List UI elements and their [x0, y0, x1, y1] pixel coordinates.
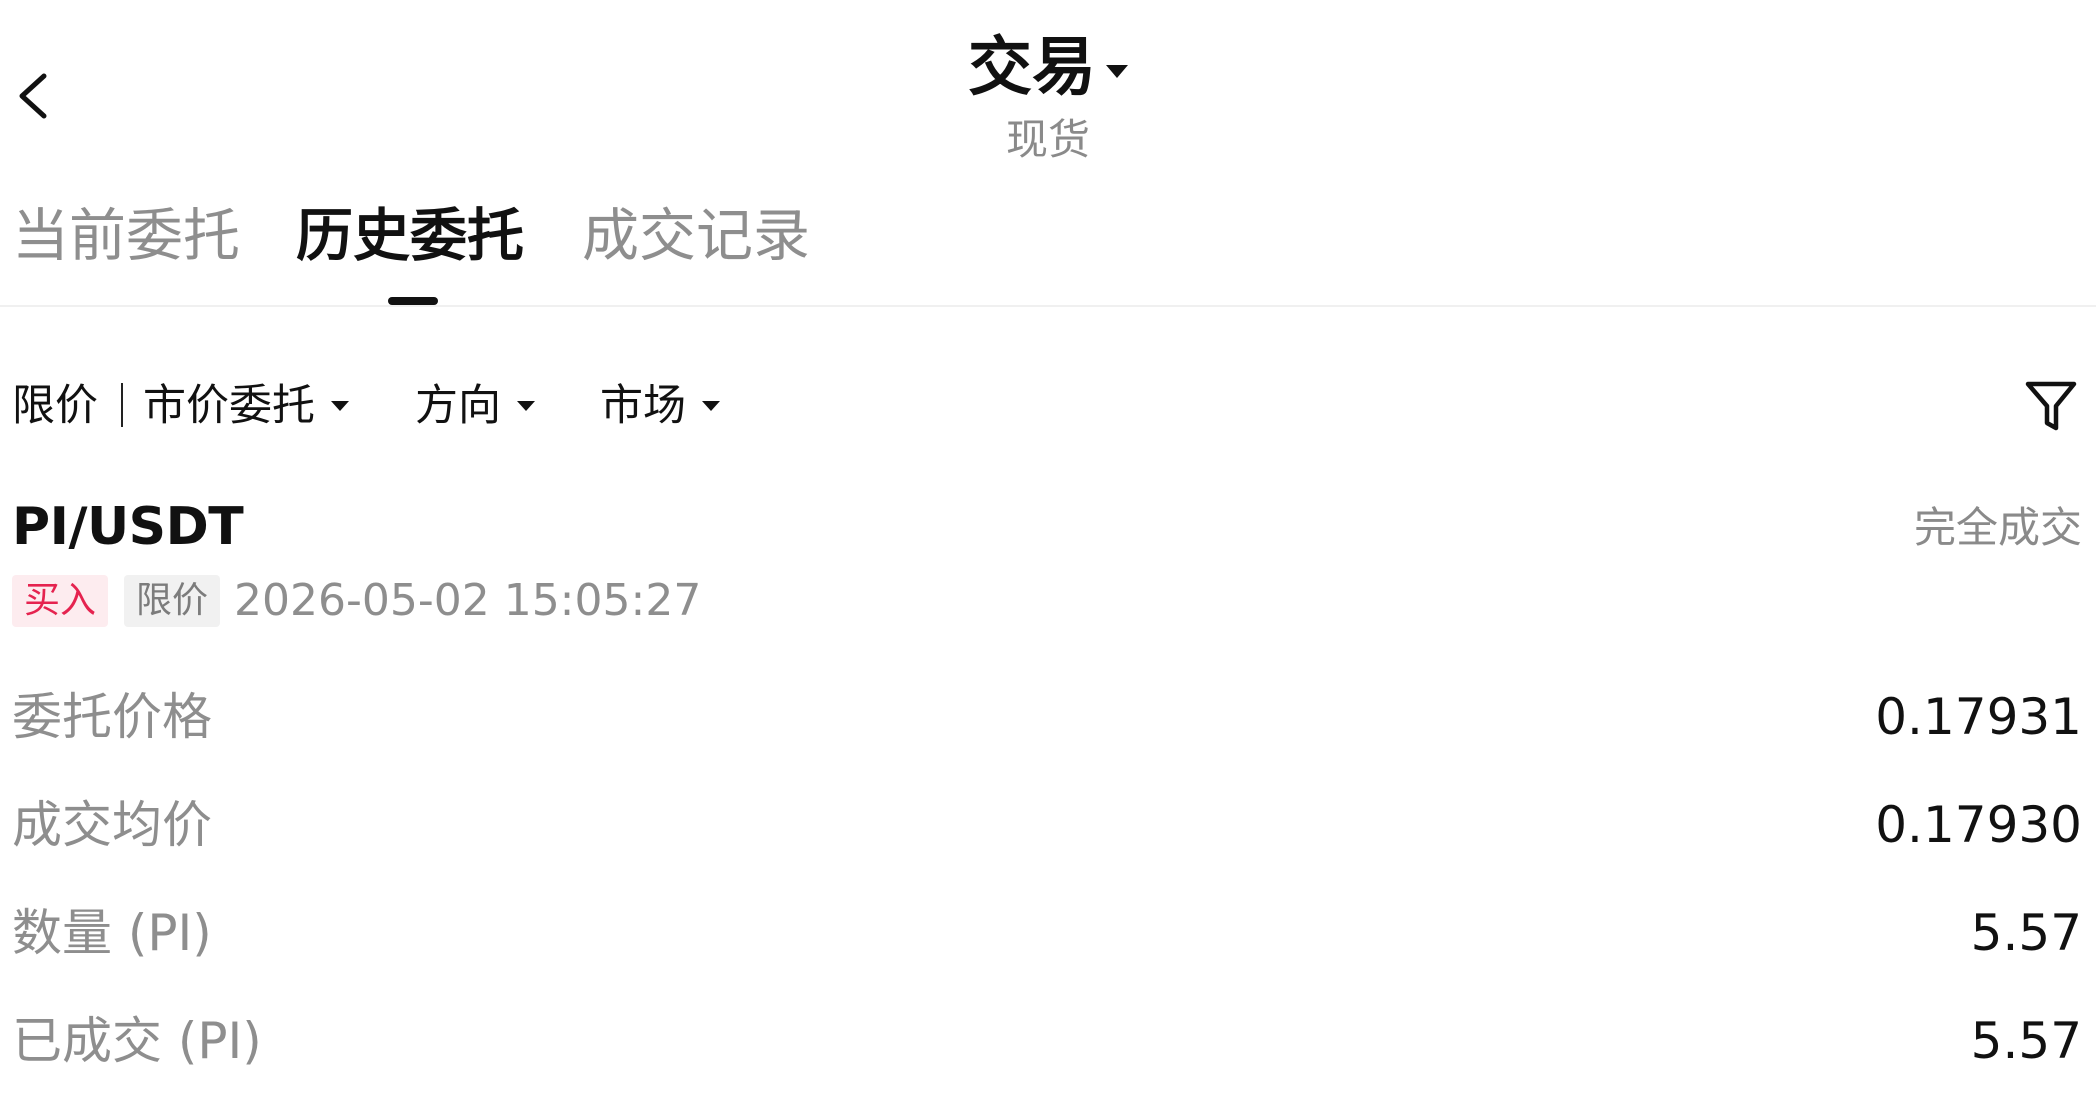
avg-fill-price-value: 0.17930: [1875, 796, 2082, 854]
filled-quantity-label: 已成交 (PI): [12, 1012, 262, 1070]
tab-current-orders[interactable]: 当前委托: [12, 198, 240, 274]
tab-order-history[interactable]: 历史委托: [296, 198, 524, 274]
filter-direction-dropdown[interactable]: 方向: [415, 378, 535, 434]
caret-down-icon: [1106, 64, 1128, 78]
filter-limit-label: 限价: [12, 381, 98, 431]
filter-button[interactable]: [2020, 374, 2082, 436]
caret-down-icon: [702, 401, 720, 411]
market-type-dropdown[interactable]: 交易: [968, 28, 1128, 108]
order-timestamp: 2026-05-02 15:05:27: [234, 575, 702, 626]
side-badge: 买入: [12, 575, 109, 627]
order-type-badge: 限价: [124, 575, 221, 627]
quantity-value: 5.57: [1970, 904, 2082, 962]
order-status: 完全成交: [1913, 503, 2082, 552]
tabs-divider: [0, 305, 2096, 307]
quantity-label: 数量 (PI): [12, 904, 212, 962]
filter-limit[interactable]: 限价: [12, 378, 98, 434]
filter-market-dropdown[interactable]: 市场: [600, 378, 720, 434]
filter-market-label: 市场: [600, 381, 686, 431]
tab-trade-history[interactable]: 成交记录: [582, 198, 810, 274]
header-title-area: 交易: [0, 28, 2096, 108]
funnel-icon: [2025, 381, 2077, 431]
page-subtitle: 现货: [1005, 115, 1090, 164]
filter-market-order-dropdown[interactable]: 市价委托: [143, 378, 349, 434]
page-title: 交易: [968, 31, 1096, 105]
order-price-label: 委托价格: [12, 688, 212, 746]
avg-fill-price-label: 成交均价: [12, 796, 212, 854]
order-price-value: 0.17931: [1875, 688, 2082, 746]
filter-direction-label: 方向: [415, 381, 501, 431]
filled-quantity-value: 5.57: [1970, 1012, 2082, 1070]
caret-down-icon: [331, 401, 349, 411]
filter-separator: [121, 383, 123, 427]
trading-pair: PI/USDT: [12, 497, 244, 557]
filter-market-order-label: 市价委托: [143, 381, 315, 431]
caret-down-icon: [517, 401, 535, 411]
active-tab-indicator: [388, 297, 438, 305]
